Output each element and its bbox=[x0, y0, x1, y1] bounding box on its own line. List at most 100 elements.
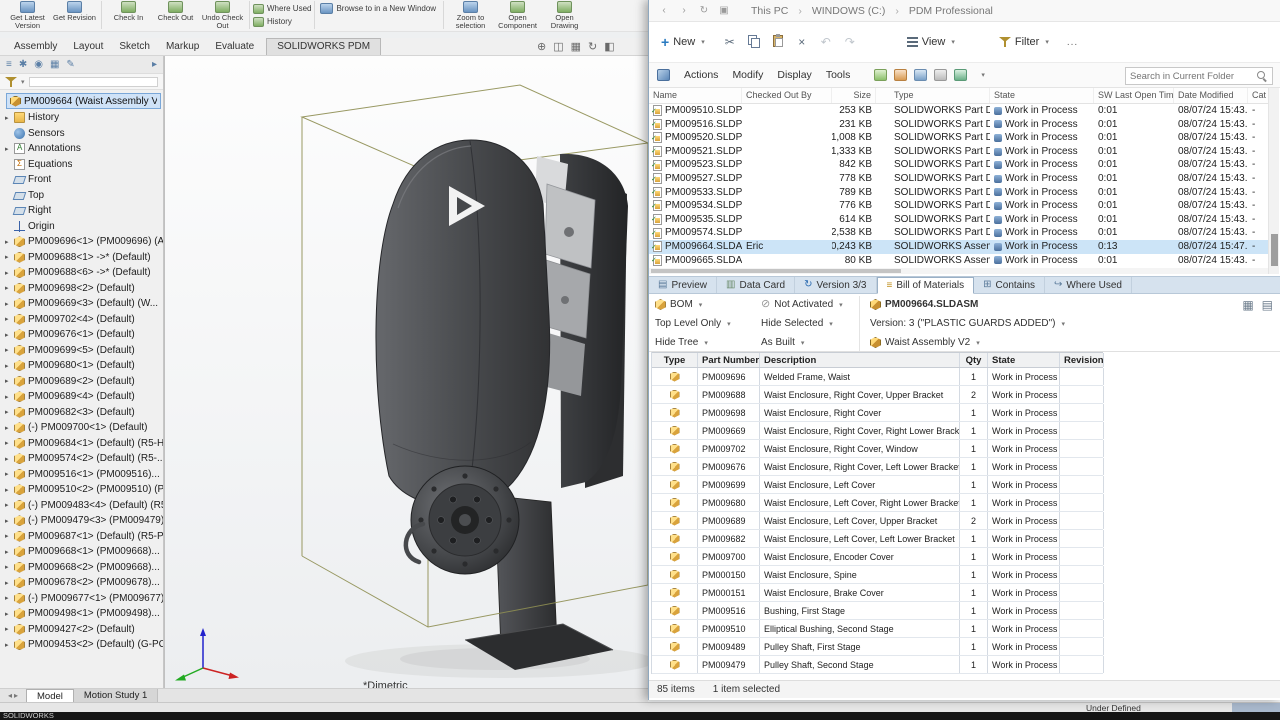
expand-arrow-icon[interactable] bbox=[5, 346, 14, 354]
tab-scroll-right-icon[interactable]: ▸ bbox=[14, 691, 18, 700]
tree-item[interactable]: Top bbox=[0, 188, 163, 204]
ribbon-tab[interactable]: Markup bbox=[158, 39, 207, 55]
tree-item-component[interactable]: PM009688<6> ->* (Default) bbox=[0, 265, 163, 281]
tree-item-component[interactable]: PM009696<1> (PM009696) (A1 bbox=[0, 234, 163, 250]
hide-tree-dropdown[interactable]: Hide Tree▾ bbox=[655, 334, 759, 351]
cut-icon[interactable]: ✂ bbox=[719, 35, 741, 49]
bom-row[interactable]: PM009702 Waist Enclosure, Right Cover, W… bbox=[652, 440, 1103, 458]
tree-item-component[interactable]: PM009689<4> (Default) bbox=[0, 389, 163, 405]
check-out-icon[interactable] bbox=[874, 69, 887, 81]
data-card-icon[interactable] bbox=[954, 69, 967, 81]
file-list-horizontal-scrollbar[interactable] bbox=[649, 268, 1269, 274]
bom-grid-view-icon[interactable]: ▦ bbox=[1242, 298, 1253, 312]
copy-icon[interactable] bbox=[743, 35, 765, 50]
bom-column-type[interactable]: Type bbox=[652, 353, 698, 367]
forward-icon[interactable]: › bbox=[677, 5, 691, 16]
get-revision-button[interactable]: Get Revision bbox=[51, 0, 98, 22]
file-row[interactable]: PM009664.SLDASM Eric 10,243 KB SOLIDWORK… bbox=[649, 240, 1269, 254]
tree-item-component[interactable]: PM009688<1> ->* (Default) bbox=[0, 250, 163, 266]
filter-funnel-icon[interactable] bbox=[5, 76, 17, 88]
bom-row[interactable]: PM009676 Waist Enclosure, Right Cover, L… bbox=[652, 458, 1103, 476]
expand-arrow-icon[interactable] bbox=[5, 269, 14, 277]
tree-item-component[interactable]: PM009682<3> (Default) bbox=[0, 405, 163, 421]
menu-actions[interactable]: Actions bbox=[684, 69, 718, 81]
tree-item[interactable]: Equations bbox=[0, 157, 163, 173]
bom-row[interactable]: PM009689 Waist Enclosure, Left Cover, Up… bbox=[652, 512, 1103, 530]
tree-root-assembly[interactable]: PM009664 (Waist Assembly V2) bbox=[6, 93, 161, 109]
breadcrumb-item[interactable]: PDM Professional bbox=[885, 5, 993, 17]
file-list-vertical-scrollbar[interactable] bbox=[1268, 88, 1279, 274]
section-view-icon[interactable]: ◧ bbox=[604, 40, 614, 55]
bom-row[interactable]: PM009682 Waist Enclosure, Left Cover, Le… bbox=[652, 530, 1103, 548]
expand-arrow-icon[interactable] bbox=[5, 300, 14, 308]
expand-arrow-icon[interactable] bbox=[5, 594, 14, 602]
configurationmanager-tab-icon[interactable]: ◉ bbox=[34, 59, 43, 70]
tree-item-component[interactable]: PM009698<2> (Default) bbox=[0, 281, 163, 297]
column-header-name[interactable]: Name bbox=[649, 88, 742, 103]
column-header-size[interactable]: Size bbox=[832, 88, 876, 103]
bom-column-description[interactable]: Description bbox=[760, 353, 960, 367]
ribbon-tab[interactable]: Sketch bbox=[111, 39, 158, 55]
file-row[interactable]: PM009523.SLDPRT 842 KB SOLIDWORKS Part D… bbox=[649, 158, 1269, 172]
tree-item-component[interactable]: PM009687<1> (Default) (R5-PM... bbox=[0, 529, 163, 545]
version-dropdown[interactable]: Version: 3 ("PLASTIC GUARDS ADDED")▾ bbox=[870, 315, 1189, 332]
expand-arrow-icon[interactable] bbox=[5, 331, 14, 339]
expand-arrow-icon[interactable]: ▸ bbox=[5, 145, 14, 153]
where-used-button[interactable]: Where Used bbox=[253, 2, 311, 15]
tree-item-component[interactable]: PM009676<1> (Default) bbox=[0, 327, 163, 343]
bom-row[interactable]: PM009479 Pulley Shaft, Second Stage 1 Wo… bbox=[652, 656, 1103, 674]
bom-row[interactable]: PM009700 Waist Enclosure, Encoder Cover … bbox=[652, 548, 1103, 566]
ribbon-tab[interactable]: Layout bbox=[65, 39, 111, 55]
expand-arrow-icon[interactable] bbox=[5, 393, 14, 401]
dimxpert-tab-icon[interactable]: ▦ bbox=[50, 59, 59, 70]
ribbon-tab[interactable]: Evaluate bbox=[207, 39, 262, 55]
back-icon[interactable]: ‹ bbox=[657, 5, 671, 16]
tree-item-component[interactable]: PM009668<1> (PM009668)... bbox=[0, 544, 163, 560]
pdm-tab[interactable]: Data Card bbox=[717, 277, 795, 293]
ribbon-tab[interactable]: Assembly bbox=[6, 39, 65, 55]
document-tab[interactable]: Model bbox=[26, 689, 74, 702]
open-drawing-button[interactable]: Open Drawing bbox=[541, 0, 588, 31]
filter-chevron-icon[interactable]: ▾ bbox=[21, 78, 25, 86]
file-row[interactable]: PM009527.SLDPRT 778 KB SOLIDWORKS Part D… bbox=[649, 172, 1269, 186]
file-row[interactable]: PM009534.SLDPRT 776 KB SOLIDWORKS Part D… bbox=[649, 199, 1269, 213]
expand-arrow-icon[interactable] bbox=[5, 641, 14, 649]
bom-row[interactable]: PM009688 Waist Enclosure, Right Cover, U… bbox=[652, 386, 1103, 404]
view-settings-icon[interactable]: ◫ bbox=[553, 40, 563, 55]
search-input[interactable] bbox=[1130, 71, 1257, 82]
get-latest-version-button[interactable]: Get Latest Version bbox=[4, 0, 51, 31]
tree-item-component[interactable]: PM009702<4> (Default) bbox=[0, 312, 163, 328]
tree-item-component[interactable]: (-) PM009677<1> (PM009677)... bbox=[0, 591, 163, 607]
expand-arrow-icon[interactable] bbox=[5, 377, 14, 385]
chevron-down-icon[interactable]: ▾ bbox=[981, 71, 985, 79]
tree-item-component[interactable]: PM009684<1> (Default) (R5-H... bbox=[0, 436, 163, 452]
pdm-tab[interactable]: Contains bbox=[974, 277, 1045, 293]
column-header-type[interactable]: Type bbox=[890, 88, 990, 103]
tree-item[interactable]: Sensors bbox=[0, 126, 163, 142]
pdm-tab[interactable]: Version 3/3 bbox=[795, 277, 876, 293]
column-header-checked-out-by[interactable]: Checked Out By bbox=[742, 88, 832, 103]
tree-item-component[interactable]: PM009453<2> (Default) (G-PC... bbox=[0, 637, 163, 653]
expand-arrow-icon[interactable] bbox=[5, 362, 14, 370]
pdm-tab[interactable]: Where Used bbox=[1045, 277, 1132, 293]
as-built-dropdown[interactable]: As Built▾ bbox=[761, 334, 853, 351]
column-header-state[interactable]: State bbox=[990, 88, 1094, 103]
column-header-date-modified[interactable]: Date Modified bbox=[1174, 88, 1248, 103]
pdm-tab[interactable]: Bill of Materials bbox=[877, 277, 975, 294]
expand-arrow-icon[interactable] bbox=[5, 563, 14, 571]
expand-arrow-icon[interactable] bbox=[5, 315, 14, 323]
top-level-only-dropdown[interactable]: Top Level Only▾ bbox=[655, 315, 759, 332]
expand-arrow-icon[interactable] bbox=[5, 486, 14, 494]
bom-column-qty[interactable]: Qty bbox=[960, 353, 988, 367]
zoom-to-selection-button[interactable]: Zoom to selection bbox=[447, 0, 494, 31]
bom-row[interactable]: PM009680 Waist Enclosure, Left Cover, Ri… bbox=[652, 494, 1103, 512]
bom-row[interactable]: PM009696 Welded Frame, Waist 1 Work in P… bbox=[652, 368, 1103, 386]
expand-arrow-icon[interactable] bbox=[5, 455, 14, 463]
bom-row[interactable]: PM009489 Pulley Shaft, First Stage 1 Wor… bbox=[652, 638, 1103, 656]
tree-item-component[interactable]: PM009574<2> (Default) (R5-... bbox=[0, 451, 163, 467]
display-style-icon[interactable]: ▦ bbox=[571, 40, 581, 55]
bom-column-state[interactable]: State bbox=[988, 353, 1060, 367]
scrollbar-thumb[interactable] bbox=[1271, 234, 1278, 266]
tree-item[interactable]: Origin bbox=[0, 219, 163, 235]
tree-item[interactable]: ▸ History bbox=[0, 110, 163, 126]
